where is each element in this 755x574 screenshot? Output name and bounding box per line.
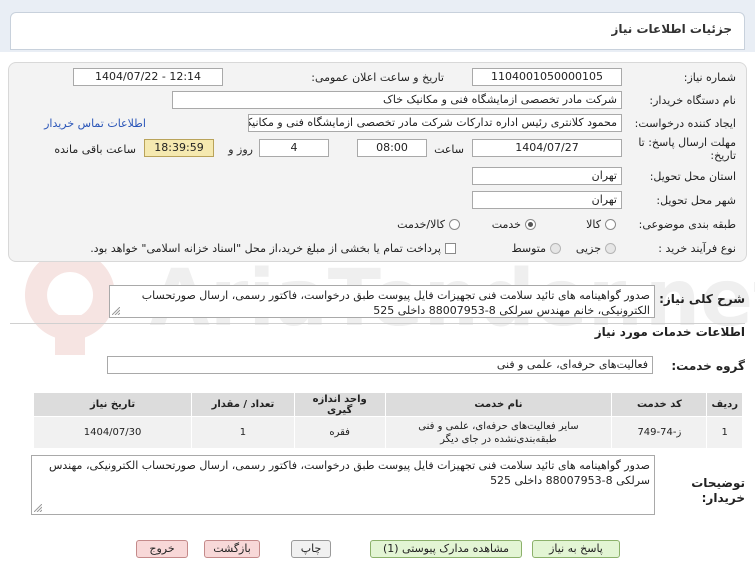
process-option-minor: جزیی [575, 242, 601, 255]
deadline-label-line2: تاریخ: [710, 149, 736, 162]
buyer-notes-label-line1: توضیحات [691, 476, 745, 490]
buyer-name-field[interactable]: شرکت مادر تخصصی ازمایشگاه فنی و مکانیک خ… [172, 91, 622, 109]
services-table: ردیف کد خدمت نام خدمت واحد اندازه گیری ت… [32, 392, 743, 449]
buyer-notes-textarea[interactable]: صدور گواهینامه های تائید سلامت فنی تجهیز… [31, 455, 655, 515]
province-label: استان محل تحویل: [649, 170, 736, 183]
creator-label: ایجاد کننده درخواست: [634, 117, 736, 130]
city-label: شهر محل تحویل: [656, 194, 736, 207]
remaining-time-field: 18:39:59 [144, 139, 214, 157]
buyer-notes-text: صدور گواهینامه های تائید سلامت فنی تجهیز… [48, 459, 650, 487]
cell-unit: فقره [293, 416, 386, 449]
reply-button[interactable]: پاسخ به نیاز [532, 540, 620, 558]
treasury-note: پرداخت تمام یا بخشی از مبلغ خرید،از محل … [90, 242, 441, 255]
deadline-label-line1: مهلت ارسال پاسخ: تا [638, 136, 736, 149]
cell-quantity: 1 [191, 416, 295, 449]
process-option-medium: متوسط [511, 242, 546, 255]
remaining-time-label: ساعت باقی مانده [54, 143, 136, 156]
category-radio-service[interactable] [525, 219, 536, 230]
header-bar: جزئیات اطلاعات نیاز [0, 0, 755, 52]
cell-index: 1 [706, 416, 743, 449]
col-code: کد خدمت [611, 392, 708, 417]
category-label: طبقه بندی موضوعی: [638, 218, 736, 231]
services-table-header: ردیف کد خدمت نام خدمت واحد اندازه گیری ت… [32, 392, 743, 417]
service-group-field[interactable]: فعالیت‌های حرفه‌ای، علمی و فنی [107, 356, 653, 374]
category-option-goods: کالا [586, 218, 601, 231]
cell-name: سایر فعالیت‌های حرفه‌ای، علمی و فنی طبقه… [384, 416, 613, 449]
need-description-text: صدور گواهینامه های تائید سلامت فنی تجهیز… [141, 289, 650, 317]
cell-code: ز-74-749 [611, 416, 708, 449]
need-description-label: شرح کلی نیاز: [659, 292, 745, 306]
buyer-name-label: نام دستگاه خریدار: [649, 94, 736, 107]
back-button[interactable]: بازگشت [204, 540, 260, 558]
days-remaining-field[interactable]: 4 [259, 139, 329, 157]
deadline-date-field[interactable]: 1404/07/27 [472, 139, 622, 157]
creator-field[interactable]: محمود کلانتری رئیس اداره تدارکات شرکت ما… [248, 114, 622, 132]
page-title-tab: جزئیات اطلاعات نیاز [10, 12, 745, 50]
city-field[interactable]: تهران [472, 191, 622, 209]
announce-date-label: تاریخ و ساعت اعلان عمومی: [311, 71, 444, 84]
col-index: ردیف [706, 392, 743, 417]
services-section-title: اطلاعات خدمات مورد نیاز [594, 325, 745, 339]
category-radio-goods-service[interactable] [449, 219, 460, 230]
resize-grip-icon[interactable] [34, 504, 42, 512]
category-radio-goods[interactable] [605, 219, 616, 230]
announce-date-field[interactable]: 1404/07/22 - 12:14 [73, 68, 223, 86]
table-row: 1 ز-74-749 سایر فعالیت‌های حرفه‌ای، علمی… [32, 416, 743, 449]
resize-grip-icon[interactable] [112, 307, 120, 315]
cell-date: 1404/07/30 [32, 416, 193, 449]
days-label: روز و [228, 143, 253, 156]
contact-buyer-link[interactable]: اطلاعات تماس خریدار [44, 117, 146, 130]
deadline-hour-label: ساعت [434, 143, 464, 156]
col-date: تاریخ نیاز [32, 392, 193, 417]
process-label: نوع فرآیند خرید : [658, 242, 736, 255]
exit-button[interactable]: خروج [136, 540, 188, 558]
need-number-label: شماره نیاز: [683, 71, 736, 84]
divider [10, 323, 745, 324]
need-number-field[interactable]: 1104001050000105 [472, 68, 622, 86]
category-option-goods-service: کالا/خدمت [397, 218, 445, 231]
service-group-label: گروه خدمت: [671, 359, 745, 373]
need-description-textarea[interactable]: صدور گواهینامه های تائید سلامت فنی تجهیز… [109, 285, 655, 318]
col-unit: واحد اندازه گیری [293, 392, 386, 417]
buyer-notes-label-line2: خریدار: [701, 491, 745, 505]
treasury-checkbox[interactable] [445, 243, 456, 254]
col-name: نام خدمت [384, 392, 613, 417]
page-title: جزئیات اطلاعات نیاز [611, 22, 732, 36]
province-field[interactable]: تهران [472, 167, 622, 185]
watermark-logo-icon [24, 250, 115, 340]
process-radio-medium[interactable] [550, 243, 561, 254]
deadline-hour-field[interactable]: 08:00 [357, 139, 427, 157]
view-documents-button[interactable]: مشاهده مدارک پیوستی (1) [370, 540, 522, 558]
need-info-panel: شماره نیاز: 1104001050000105 تاریخ و ساع… [8, 62, 747, 262]
category-option-service: خدمت [491, 218, 521, 231]
col-quantity: تعداد / مقدار [191, 392, 295, 417]
print-button[interactable]: چاپ [291, 540, 331, 558]
process-radio-minor[interactable] [605, 243, 616, 254]
